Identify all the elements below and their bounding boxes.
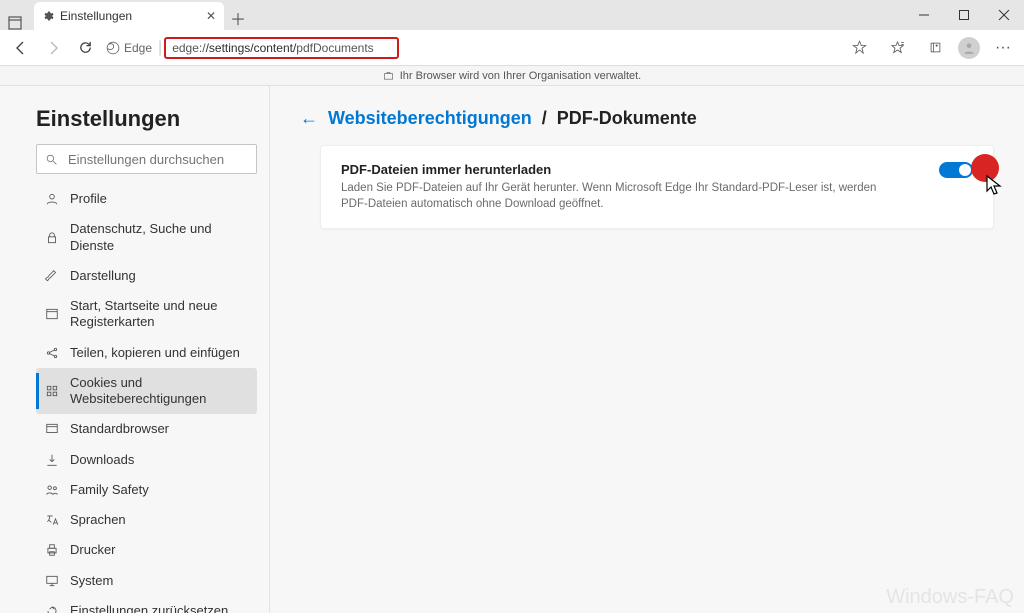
maximize-button[interactable] <box>944 0 984 30</box>
back-arrow-icon[interactable]: ← <box>300 108 318 129</box>
sidebar-item-languages[interactable]: Sprachen <box>36 505 257 535</box>
minimize-button[interactable] <box>904 0 944 30</box>
favorites-icon[interactable] <box>882 33 912 63</box>
share-icon <box>44 346 60 360</box>
breadcrumb-separator: / <box>542 108 547 129</box>
sidebar-item-appearance[interactable]: Darstellung <box>36 261 257 291</box>
download-icon <box>44 453 60 467</box>
breadcrumb-link[interactable]: Websiteberechtigungen <box>328 108 532 129</box>
search-input[interactable] <box>66 151 248 168</box>
briefcase-icon <box>383 70 394 81</box>
sidebar-item-label: Datenschutz, Suche und Dienste <box>70 221 249 254</box>
brand-label: Edge <box>124 41 152 55</box>
sidebar-item-label: Darstellung <box>70 268 249 284</box>
sidebar-item-cookies[interactable]: Cookies und Websiteberechtigungen <box>36 368 257 415</box>
tab-title: Einstellungen <box>60 9 132 23</box>
system-icon <box>44 574 60 588</box>
sidebar-item-label: Downloads <box>70 452 249 468</box>
sidebar-item-share[interactable]: Teilen, kopieren und einfügen <box>36 338 257 368</box>
read-aloud-icon[interactable] <box>844 33 874 63</box>
pdf-download-card: PDF-Dateien immer herunterladen Laden Si… <box>320 145 994 229</box>
settings-search[interactable] <box>36 144 257 174</box>
more-menu-icon[interactable]: ··· <box>988 33 1018 63</box>
edge-logo-icon <box>106 41 120 55</box>
infobar-text: Ihr Browser wird von Ihrer Organisation … <box>400 70 641 82</box>
titlebar: Einstellungen ✕ ＋ <box>0 0 1024 30</box>
sidebar-item-profile[interactable]: Profile <box>36 184 257 214</box>
watermark: Windows-FAQ <box>886 586 1014 609</box>
sidebar-item-startup[interactable]: Start, Startseite und neue Registerkarte… <box>36 291 257 338</box>
url-scheme: edge:/ <box>172 41 205 55</box>
sidebar-item-default-browser[interactable]: Standardbrowser <box>36 414 257 444</box>
sidebar-item-label: Sprachen <box>70 512 249 528</box>
brush-icon <box>44 269 60 283</box>
sidebar-title: Einstellungen <box>36 106 257 132</box>
breadcrumb-current: PDF-Dokumente <box>557 108 697 129</box>
settings-page: Einstellungen Profile Datenschutz, Suche… <box>0 86 1024 613</box>
browser-tab[interactable]: Einstellungen ✕ <box>34 2 224 30</box>
family-icon <box>44 483 60 497</box>
url-leaf: pdfDocuments <box>296 41 373 55</box>
tab-strip: Einstellungen ✕ ＋ <box>0 0 252 30</box>
breadcrumb: ← Websiteberechtigungen / PDF-Dokumente <box>300 108 994 129</box>
card-title: PDF-Dateien immer herunterladen <box>341 162 973 177</box>
org-managed-infobar: Ihr Browser wird von Ihrer Organisation … <box>0 66 1024 86</box>
sidebar-item-downloads[interactable]: Downloads <box>36 445 257 475</box>
close-window-button[interactable] <box>984 0 1024 30</box>
window-controls <box>904 0 1024 30</box>
sidebar-item-label: Teilen, kopieren und einfügen <box>70 345 249 361</box>
sidebar-item-label: Cookies und Websiteberechtigungen <box>70 375 249 408</box>
language-icon <box>44 513 60 527</box>
sidebar-item-privacy[interactable]: Datenschutz, Suche und Dienste <box>36 214 257 261</box>
window-icon <box>44 307 60 321</box>
sidebar-item-reset[interactable]: Einstellungen zurücksetzen <box>36 596 257 613</box>
forward-button[interactable] <box>38 33 68 63</box>
site-identity[interactable]: Edge <box>102 41 156 55</box>
address-bar[interactable]: edge://settings/content/pdfDocuments <box>164 37 399 59</box>
sidebar-item-label: Start, Startseite und neue Registerkarte… <box>70 298 249 331</box>
toolbar: Edge | edge://settings/content/pdfDocume… <box>0 30 1024 66</box>
reset-icon <box>44 604 60 613</box>
sidebar-item-label: Family Safety <box>70 482 249 498</box>
search-icon <box>45 153 58 166</box>
back-button[interactable] <box>6 33 36 63</box>
sidebar-item-label: Profile <box>70 191 249 207</box>
sidebar-item-label: Standardbrowser <box>70 421 249 437</box>
always-download-pdf-toggle[interactable] <box>939 162 973 178</box>
close-tab-icon[interactable]: ✕ <box>206 9 216 23</box>
gear-icon <box>42 10 54 22</box>
sidebar-item-printers[interactable]: Drucker <box>36 535 257 565</box>
sidebar-item-label: Einstellungen zurücksetzen <box>70 603 249 613</box>
settings-main: ← Websiteberechtigungen / PDF-Dokumente … <box>270 86 1024 613</box>
lock-icon <box>44 231 60 245</box>
url-path: /settings/content/ <box>206 41 297 55</box>
sidebar-item-family[interactable]: Family Safety <box>36 475 257 505</box>
collections-icon[interactable] <box>920 33 950 63</box>
new-tab-button[interactable]: ＋ <box>224 6 252 30</box>
permissions-icon <box>44 384 60 398</box>
card-description: Laden Sie PDF-Dateien auf Ihr Gerät heru… <box>341 181 973 212</box>
browser-icon <box>44 422 60 436</box>
settings-sidebar: Einstellungen Profile Datenschutz, Suche… <box>0 86 270 613</box>
sidebar-item-system[interactable]: System <box>36 566 257 596</box>
sidebar-item-label: System <box>70 573 249 589</box>
profile-avatar[interactable] <box>958 37 980 59</box>
profile-icon <box>44 192 60 206</box>
cursor-icon <box>985 174 1003 196</box>
refresh-button[interactable] <box>70 33 100 63</box>
printer-icon <box>44 543 60 557</box>
sidebar-item-label: Drucker <box>70 542 249 558</box>
address-bar-highlight: edge://settings/content/pdfDocuments <box>164 37 399 59</box>
tabs-menu-icon[interactable] <box>0 16 30 30</box>
